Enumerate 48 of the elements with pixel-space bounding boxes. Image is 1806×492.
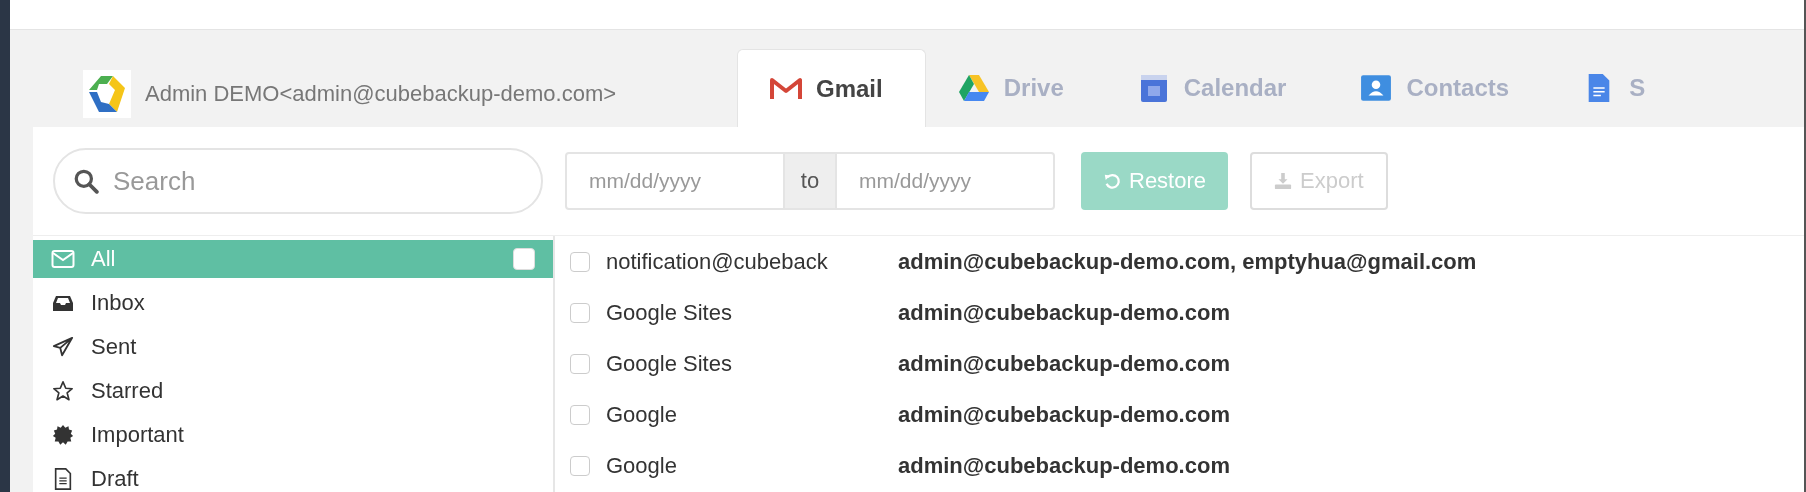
folder-item[interactable]: Sent [33,328,553,366]
folder-item[interactable]: Inbox [33,284,553,322]
folder-item[interactable]: Important [33,416,553,454]
start-date-field[interactable]: mm/dd/yyyy [565,152,785,210]
restore-icon [1103,172,1121,190]
folder-label: Starred [91,378,165,404]
select-all-checkbox[interactable] [513,248,535,270]
folder-label: Sent [91,334,138,360]
envelope-icon [51,248,75,270]
folder-label: All [91,246,117,272]
folder-label: Draft [91,466,140,492]
folder-label: Important [91,422,185,448]
search-icon [73,168,99,194]
paper-plane-icon [51,336,75,358]
contact-card-icon [1360,73,1393,103]
service-tab[interactable]: Gmail [737,49,926,127]
sender-cell-text: Google Sites [606,299,733,326]
row-checkbox[interactable] [570,302,590,323]
service-tab[interactable]: Contacts [1328,49,1552,127]
service-tab[interactable]: S [1551,49,1688,127]
row-checkbox[interactable] [570,404,590,425]
row-checkbox[interactable] [570,251,590,272]
folder-item[interactable]: All [33,240,553,278]
search-field[interactable]: Search [53,148,543,214]
sender-cell-text: Google Sites [606,350,733,377]
download-icon [1274,172,1293,190]
badge-icon [51,424,75,446]
row-checkbox[interactable] [570,455,590,476]
recipient-cell: admin@cubebackup-demo.com, emptyhua@gmail.com [898,248,1477,275]
recipient-cell: admin@cubebackup-demo.com [898,452,1230,479]
row-checkbox[interactable] [570,353,590,374]
sender-cell-text: Google [606,401,678,428]
folder-item[interactable]: Draft [33,460,553,492]
service-tab[interactable]: Calendar [1105,49,1329,127]
service-tab[interactable]: Drive [925,49,1106,127]
sender-cell-text: notification@cubeback [606,248,829,275]
cube-logo-icon [83,70,131,118]
triangle-icon [957,73,990,103]
sender-cell-text: Google [606,452,678,479]
folder-item[interactable]: Starred [33,372,553,410]
folder-label: Inbox [91,290,146,316]
account-label: Admin DEMO<admin@cubebackup-demo.com> [145,81,617,107]
end-date-field[interactable]: mm/dd/yyyy [835,152,1055,210]
recipient-cell: admin@cubebackup-demo.com [898,401,1230,428]
recipient-cell: admin@cubebackup-demo.com [898,350,1230,377]
star-icon [51,380,75,402]
date-range-separator: to [785,152,835,210]
recipient-cell: admin@cubebackup-demo.com [898,299,1230,326]
